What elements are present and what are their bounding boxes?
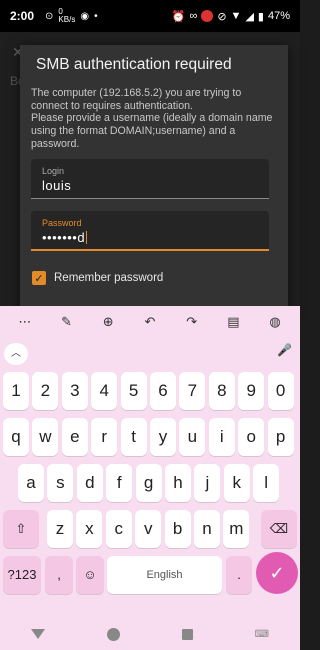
backspace-key[interactable]: ⌫ (261, 510, 297, 548)
key-q[interactable]: q (3, 418, 29, 456)
undo-icon[interactable]: ↶ (137, 314, 163, 330)
on-screen-keyboard: ⋯ ✎ ⊕ ↶ ↷ ▤ ◍ ︿ 🎤 1234567890 qwertyuiop … (0, 306, 300, 618)
symbols-key[interactable]: ?123 (3, 556, 41, 594)
battery-percent: 47% (267, 10, 290, 22)
alarm-icon: ⏰ (171, 10, 186, 23)
text-caret (86, 231, 88, 244)
key-r[interactable]: r (91, 418, 118, 456)
key-c[interactable]: c (105, 510, 132, 548)
key-3[interactable]: 3 (61, 372, 88, 410)
dialog-title: SMB authentication required (36, 56, 232, 73)
key-x[interactable]: x (76, 510, 103, 548)
battery-icon: ▮ (257, 10, 264, 23)
smb-auth-dialog: SMB authentication required The computer… (20, 45, 288, 320)
keyboard-row-numbers: 1234567890 (0, 372, 300, 416)
remember-password-row[interactable]: ✓ Remember password (32, 271, 163, 285)
nfc-icon: ⊙ (45, 10, 54, 22)
key-0[interactable]: 0 (267, 372, 294, 410)
signal-icon: ◢ (245, 10, 254, 23)
remember-password-label: Remember password (54, 272, 164, 284)
microphone-icon[interactable]: 🎤 (277, 343, 292, 357)
key-7[interactable]: 7 (179, 372, 206, 410)
remember-password-checkbox[interactable]: ✓ (32, 271, 46, 285)
password-value: •••••••d (42, 230, 86, 245)
link-icon: ∞ (189, 10, 198, 22)
keyboard-subbar: ︿ 🎤 (0, 340, 300, 368)
keyboard-row-3: ⇧ ⌫ zxcvbnm (0, 510, 300, 554)
status-time: 2:00 (10, 9, 35, 23)
key-z[interactable]: z (47, 510, 73, 548)
key-y[interactable]: y (150, 418, 176, 456)
password-field[interactable]: Password •••••••d (31, 211, 269, 251)
key-g[interactable]: g (135, 464, 162, 502)
key-f[interactable]: f (106, 464, 133, 502)
comma-key[interactable]: , (45, 556, 73, 594)
key-5[interactable]: 5 (120, 372, 147, 410)
key-t[interactable]: t (120, 418, 147, 456)
key-l[interactable]: l (253, 464, 280, 502)
key-s[interactable]: s (47, 464, 74, 502)
key-4[interactable]: 4 (91, 372, 118, 410)
screenshot-icon: ◉ (80, 10, 90, 22)
clipboard-icon[interactable]: ▤ (220, 314, 246, 330)
wifi-icon: ▼ (230, 10, 242, 22)
key-a[interactable]: a (18, 464, 44, 502)
recents-icon[interactable] (181, 628, 193, 640)
home-icon[interactable] (106, 627, 120, 641)
chevron-up-icon[interactable]: ︿ (4, 343, 28, 365)
key-i[interactable]: i (208, 418, 235, 456)
key-o[interactable]: o (238, 418, 265, 456)
enter-key[interactable]: ✓ (256, 552, 298, 594)
recording-icon (201, 10, 214, 22)
key-e[interactable]: e (61, 418, 88, 456)
dot-icon: • (94, 10, 98, 22)
space-key[interactable]: English (107, 556, 222, 594)
kb-speed-icon: 0 KB/s (58, 7, 76, 24)
edit-icon[interactable]: ✎ (54, 314, 80, 330)
palette-icon[interactable]: ◍ (262, 314, 288, 330)
key-u[interactable]: u (179, 418, 206, 456)
back-icon[interactable] (30, 629, 45, 639)
keyboard-toolbar: ⋯ ✎ ⊕ ↶ ↷ ▤ ◍ (0, 306, 300, 338)
keyboard-row-2: asdfghjkl (0, 464, 300, 508)
keyboard-row-bottom: ?123 , ☺ English . (0, 556, 300, 600)
key-2[interactable]: 2 (32, 372, 59, 410)
key-w[interactable]: w (32, 418, 59, 456)
password-value-wrap: •••••••d (42, 230, 88, 245)
login-label: Login (42, 166, 65, 176)
key-d[interactable]: d (76, 464, 103, 502)
key-h[interactable]: h (165, 464, 191, 502)
key-6[interactable]: 6 (150, 372, 176, 410)
key-8[interactable]: 8 (208, 372, 235, 410)
key-n[interactable]: n (194, 510, 220, 548)
key-j[interactable]: j (194, 464, 221, 502)
key-p[interactable]: p (267, 418, 294, 456)
key-m[interactable]: m (223, 510, 250, 548)
status-bar: 2:00 ⊙ 0 KB/s ◉ • ⏰ ∞ ⊘ ▼ ◢ ▮ 47% (0, 0, 300, 32)
emoji-key[interactable]: ☺ (76, 556, 104, 594)
key-k[interactable]: k (223, 464, 250, 502)
key-1[interactable]: 1 (3, 372, 29, 410)
dialog-message: The computer (192.168.5.2) you are tryin… (31, 87, 273, 150)
navigation-bar: ⌨ (0, 618, 300, 650)
key-v[interactable]: v (135, 510, 162, 548)
password-label: Password (42, 218, 82, 228)
period-key[interactable]: . (226, 556, 252, 594)
mute-icon: ⊘ (217, 10, 227, 23)
key-b[interactable]: b (164, 510, 191, 548)
keyboard-row-1: qwertyuiop (0, 418, 300, 462)
redo-icon[interactable]: ↷ (179, 314, 205, 330)
key-9[interactable]: 9 (238, 372, 265, 410)
shift-key[interactable]: ⇧ (3, 510, 39, 548)
more-icon[interactable]: ⋯ (12, 314, 38, 330)
login-field[interactable]: Login louis (31, 159, 269, 199)
globe-icon[interactable]: ⊕ (95, 314, 121, 330)
login-value: louis (42, 178, 72, 193)
keyboard-switch-icon[interactable]: ⌨ (255, 629, 269, 640)
